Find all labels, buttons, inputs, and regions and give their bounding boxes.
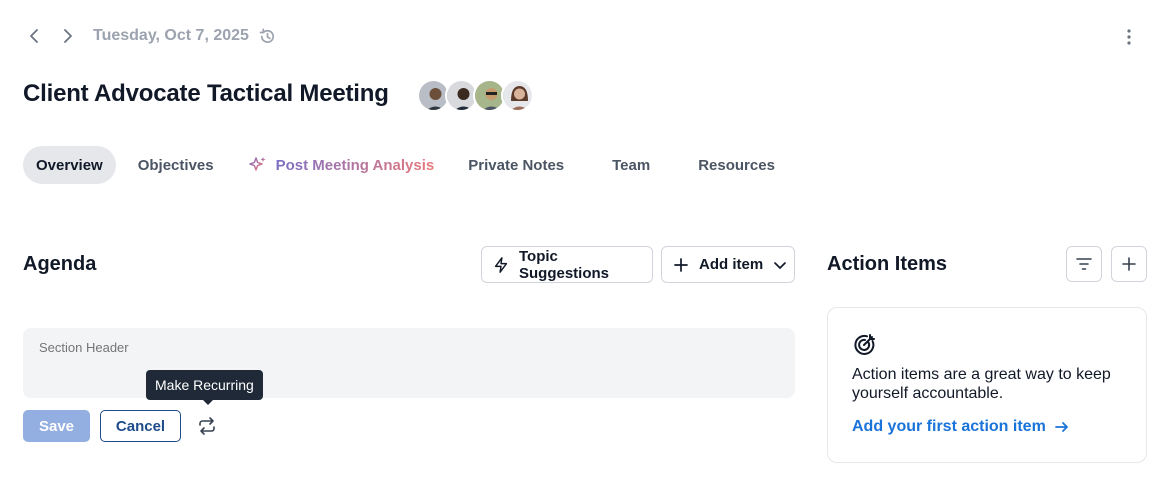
make-recurring-button[interactable]: [193, 412, 221, 440]
section-header-input[interactable]: [39, 340, 539, 355]
tooltip-text: Make Recurring: [155, 377, 254, 393]
add-action-item-button[interactable]: [1111, 246, 1147, 282]
plus-icon: [674, 257, 688, 272]
section-header-editor: [23, 328, 795, 398]
avatar[interactable]: [501, 79, 534, 112]
action-items-empty-text: Action items are a great way to keep you…: [852, 366, 1111, 402]
lightning-icon: [494, 256, 508, 273]
more-options-button[interactable]: [1116, 24, 1142, 50]
meeting-title: Client Advocate Tactical Meeting: [23, 80, 389, 107]
chevron-down-icon: [774, 261, 787, 269]
history-icon[interactable]: [258, 27, 277, 46]
next-day-button[interactable]: [55, 22, 79, 50]
action-items-empty-state: Action items are a great way to keep you…: [827, 307, 1147, 463]
filter-icon: [1076, 258, 1092, 270]
add-first-action-item-label: Add your first action item: [852, 418, 1046, 435]
cancel-button[interactable]: Cancel: [100, 410, 181, 442]
topic-suggestions-label: Topic Suggestions: [519, 247, 610, 282]
tab-post-meeting-analysis-label: Post Meeting Analysis: [275, 156, 435, 174]
tab-team[interactable]: Team: [612, 146, 650, 184]
tab-overview[interactable]: Overview: [23, 146, 116, 184]
more-vertical-icon: [1127, 29, 1131, 45]
action-items-title: Action Items: [827, 253, 948, 275]
add-first-action-item-link[interactable]: Add your first action item: [852, 418, 1070, 436]
date-navigation: Tuesday, Oct 7, 2025: [23, 22, 277, 50]
sparkle-icon: [248, 155, 268, 175]
tab-resources[interactable]: Resources: [698, 146, 775, 184]
chevron-left-icon: [30, 29, 38, 43]
target-icon: [852, 332, 878, 363]
meeting-tabs: Overview Objectives Post Meeting Analysi…: [23, 146, 775, 184]
arrow-right-icon: [1054, 422, 1068, 432]
tooltip-arrow: [202, 399, 214, 405]
meeting-date: Tuesday, Oct 7, 2025: [93, 27, 249, 44]
repeat-icon: [199, 417, 215, 435]
make-recurring-tooltip: Make Recurring: [146, 370, 263, 405]
filter-button[interactable]: [1066, 246, 1102, 282]
tab-private-notes[interactable]: Private Notes: [468, 146, 564, 184]
topic-suggestions-button[interactable]: Topic Suggestions: [481, 246, 653, 283]
chevron-right-icon: [64, 29, 72, 43]
attendee-avatars[interactable]: [417, 79, 534, 112]
agenda-title: Agenda: [23, 253, 97, 275]
tab-objectives[interactable]: Objectives: [138, 146, 214, 184]
previous-day-button[interactable]: [23, 22, 47, 50]
save-button[interactable]: Save: [23, 410, 90, 442]
add-item-label: Add item: [699, 256, 764, 273]
plus-icon: [1122, 257, 1136, 271]
tab-post-meeting-analysis[interactable]: Post Meeting Analysis: [248, 146, 435, 184]
add-item-button[interactable]: Add item: [661, 246, 795, 283]
